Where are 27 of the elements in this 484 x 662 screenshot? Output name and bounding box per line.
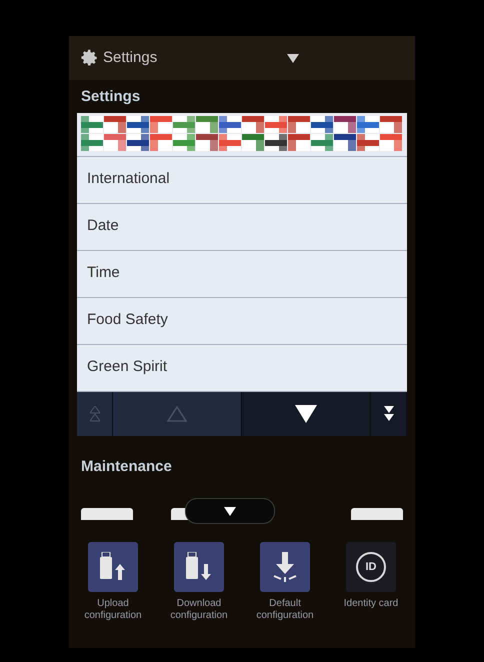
pager-button[interactable] xyxy=(242,392,371,436)
maintenance-tile[interactable]: Default configuration xyxy=(245,542,325,622)
settings-item[interactable]: International xyxy=(77,156,407,204)
down-arrow-icon xyxy=(295,404,317,422)
double-down-arrow-icon xyxy=(384,406,394,422)
tile-edge xyxy=(81,508,133,520)
usb-upload-icon xyxy=(100,552,126,582)
maintenance-tile[interactable]: Download configuration xyxy=(159,542,239,622)
section-heading: Maintenance xyxy=(80,456,173,476)
double-up-arrow-icon xyxy=(90,406,100,422)
header-title: Settings xyxy=(103,48,158,68)
settings-item[interactable]: Time xyxy=(77,250,407,298)
settings-item[interactable]: Food Safety xyxy=(77,298,407,344)
maintenance-tile[interactable]: Upload configuration xyxy=(73,542,153,622)
up-arrow-icon xyxy=(167,406,187,422)
maintenance-tile[interactable]: ID Identity card xyxy=(331,542,411,622)
settings-item[interactable]: Date xyxy=(77,204,407,250)
drawer-handle[interactable] xyxy=(185,498,275,524)
usb-download-icon xyxy=(186,552,212,582)
tile-edge xyxy=(351,508,403,520)
pager-button[interactable] xyxy=(371,392,407,436)
download-arrow-icon xyxy=(272,552,298,582)
down-arrow-icon xyxy=(224,506,236,516)
gear-icon xyxy=(81,49,99,67)
dropdown-caret-icon[interactable] xyxy=(287,54,299,62)
section-heading: Settings xyxy=(80,87,142,107)
id-badge: ID xyxy=(356,552,386,582)
